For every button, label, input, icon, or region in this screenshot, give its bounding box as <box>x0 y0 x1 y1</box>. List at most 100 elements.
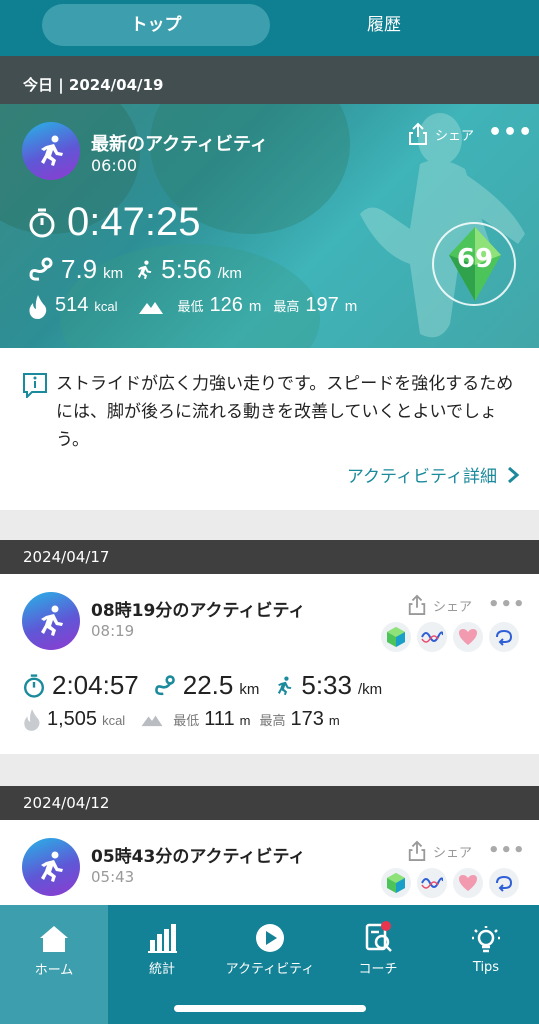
calorie-altitude-stats: 514 kcal 最低 126 m 最高 197 m <box>27 294 357 320</box>
activity-time: 08:19 <box>91 622 135 640</box>
calories-unit: kcal <box>94 299 118 314</box>
activity-card[interactable]: 08時19分のアクティビティ 08:19 シェア ••• 2:04:57 22.… <box>0 574 539 754</box>
more-options-icon[interactable]: ••• <box>488 594 526 615</box>
nav-tips-label: Tips <box>472 959 500 975</box>
top-tab-bar: トップ 履歴 <box>0 0 539 56</box>
runner-icon <box>41 135 63 166</box>
distance-pace-stats: 7.9 km 5:56 /km <box>27 254 242 285</box>
nav-activity[interactable]: アクティビティ <box>216 905 324 993</box>
home-icon <box>40 926 68 952</box>
score-cube-icon <box>381 622 411 652</box>
activity-card[interactable]: 05時43分のアクティビティ 05:43 シェア ••• <box>0 820 539 905</box>
share-label: シェア <box>435 128 475 144</box>
max-alt-label: 最高 <box>259 713 286 728</box>
chevron-right-icon <box>508 466 519 483</box>
min-alt-value: 111 <box>204 708 235 730</box>
data-type-icons <box>381 622 519 652</box>
runner-icon <box>41 851 63 882</box>
pace-runner-icon <box>273 673 295 699</box>
activity-time: 06:00 <box>91 156 138 175</box>
distance-icon <box>153 674 177 698</box>
max-alt-value: 173 <box>290 708 324 730</box>
pace-unit: /km <box>217 265 242 282</box>
calories-value: 514 <box>55 294 89 316</box>
play-icon <box>256 923 284 952</box>
activity-avatar-icon <box>22 592 80 650</box>
max-alt-unit: m <box>328 713 340 728</box>
coach-advice: ストライドが広く力強い走りです。スピードを強化するためには、脚が後ろに流れる動き… <box>0 348 539 510</box>
distance-value: 7.9 <box>61 254 98 284</box>
heart-rate-icon <box>453 868 483 898</box>
max-alt-label: 最高 <box>273 299 300 314</box>
more-options-icon[interactable]: ••• <box>488 120 533 145</box>
activity-detail-label: アクティビティ詳細 <box>346 467 497 487</box>
route-icon <box>489 868 519 898</box>
nav-stats-label: 統計 <box>148 961 175 977</box>
more-options-icon[interactable]: ••• <box>488 840 526 861</box>
mountain-icon <box>140 713 164 727</box>
nav-coach[interactable]: コーチ <box>324 905 432 993</box>
advice-text: ストライドが広く力強い走りです。スピードを強化するためには、脚が後ろに流れる動き… <box>56 374 514 450</box>
calorie-altitude-stats: 1,505 kcal 最低 111 m 最高 173 m <box>22 708 340 732</box>
latest-activity-card[interactable]: 最新のアクティビティ 06:00 シェア ••• 0:47:25 7.9 km … <box>0 104 539 348</box>
share-label: シェア <box>433 845 473 861</box>
share-button[interactable]: シェア <box>407 122 474 146</box>
share-button[interactable]: シェア <box>407 840 472 862</box>
activity-detail-link[interactable]: アクティビティ詳細 <box>347 462 519 487</box>
today-date-header: 今日 | 2024/04/19 <box>0 56 539 104</box>
section-gap <box>0 510 539 540</box>
nav-home-label: ホーム <box>34 963 74 978</box>
pace-unit: /km <box>357 681 383 698</box>
pace-value: 5:33 <box>301 670 352 700</box>
min-alt-unit: m <box>239 713 251 728</box>
min-alt-unit: m <box>248 298 262 315</box>
tab-top[interactable]: トップ <box>42 4 270 46</box>
flame-icon <box>27 294 49 320</box>
distance-unit: km <box>103 265 124 282</box>
calories-unit: kcal <box>102 713 126 728</box>
min-alt-value: 126 <box>209 294 243 316</box>
share-button[interactable]: シェア <box>407 594 472 616</box>
pace-value: 5:56 <box>161 254 212 284</box>
share-icon <box>408 840 426 861</box>
duration-stat: 0:47:25 <box>27 200 200 245</box>
date-header-2: 2024/04/12 <box>0 786 539 820</box>
max-alt-unit: m <box>344 298 358 315</box>
nav-home[interactable]: ホーム <box>0 905 108 1024</box>
wave-icon <box>417 622 447 652</box>
score-value: 69 <box>456 244 494 274</box>
calories-value: 1,505 <box>47 708 98 730</box>
runner-icon <box>41 605 63 636</box>
section-gap <box>0 754 539 786</box>
activity-title: 05時43分のアクティビティ <box>91 847 306 867</box>
stopwatch-icon <box>29 208 55 237</box>
activity-time: 05:43 <box>91 868 135 886</box>
nav-stats[interactable]: 統計 <box>108 905 216 993</box>
duration-value: 0:47:25 <box>67 200 201 244</box>
stopwatch-icon <box>22 673 46 699</box>
bar-chart-icon <box>148 923 177 953</box>
tab-history[interactable]: 履歴 <box>270 4 498 46</box>
activity-avatar-icon <box>22 838 80 896</box>
info-icon <box>23 373 47 398</box>
distance-value: 22.5 <box>182 670 234 700</box>
duration-value: 2:04:57 <box>52 670 139 700</box>
activity-avatar-icon <box>22 122 80 180</box>
pace-runner-icon <box>133 257 155 283</box>
distance-icon <box>27 257 55 283</box>
notification-badge <box>381 921 391 931</box>
share-label: シェア <box>433 599 473 615</box>
nav-coach-label: コーチ <box>358 961 398 977</box>
share-icon <box>408 594 426 615</box>
nav-activity-label: アクティビティ <box>225 961 315 977</box>
share-icon <box>409 122 427 145</box>
data-type-icons <box>381 868 519 898</box>
score-cube-icon <box>381 868 411 898</box>
min-alt-label: 最低 <box>177 299 204 314</box>
distance-unit: km <box>239 681 260 698</box>
max-alt-value: 197 <box>305 294 339 316</box>
nav-tips[interactable]: Tips <box>432 905 539 993</box>
activity-title: 08時19分のアクティビティ <box>91 601 306 621</box>
home-indicator <box>174 1005 366 1012</box>
flame-icon <box>22 708 42 732</box>
